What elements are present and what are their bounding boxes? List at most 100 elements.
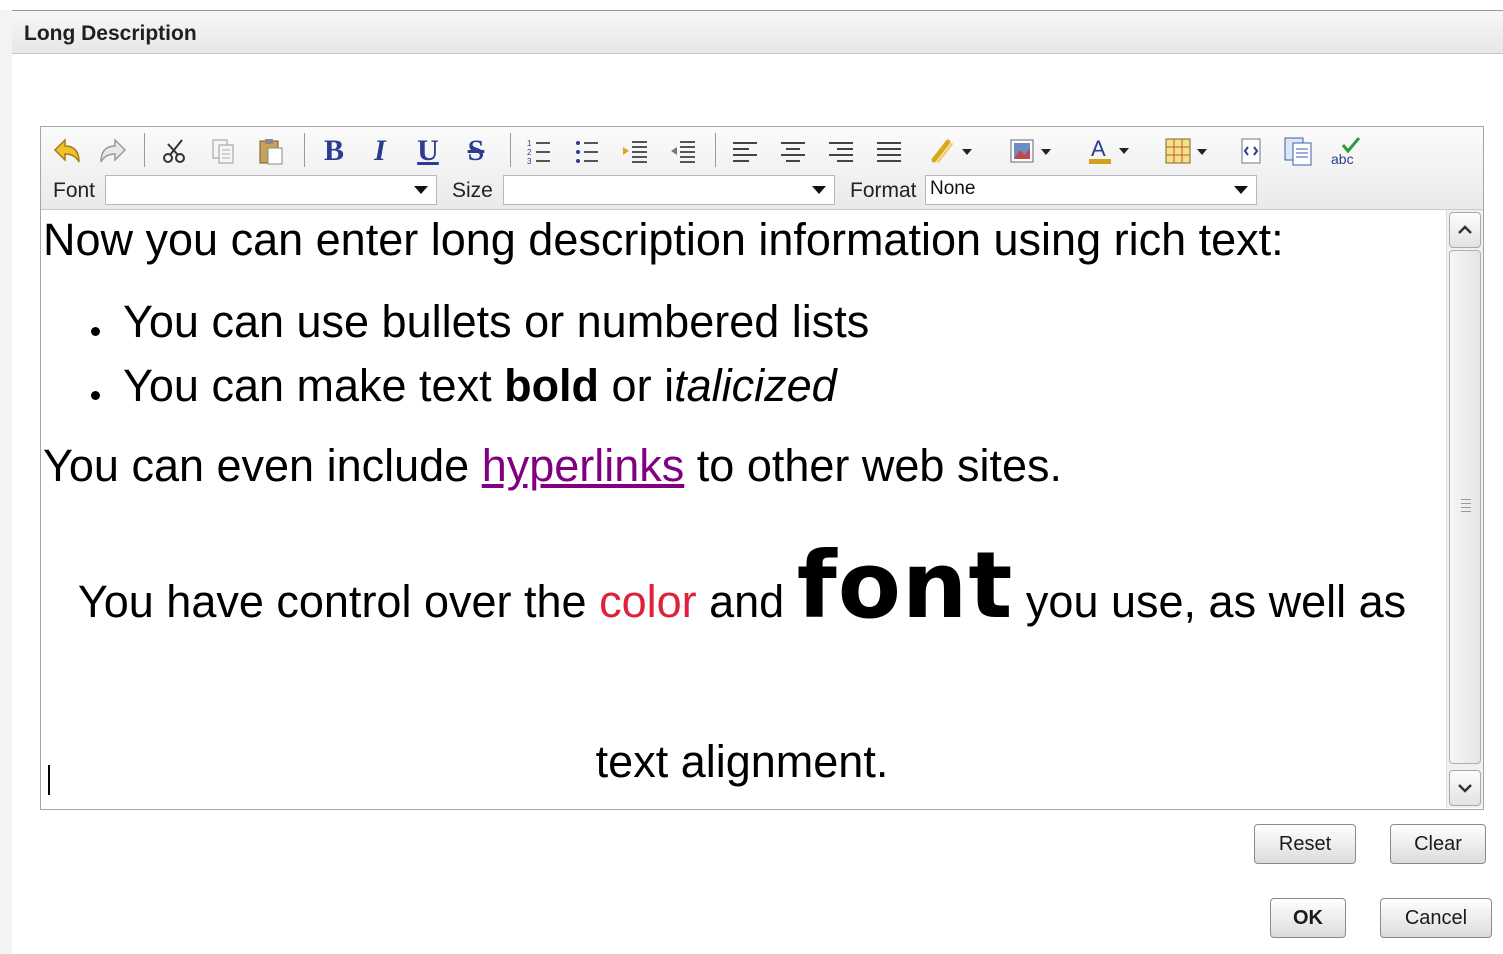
bullet-list: You can use bullets or numbered lists Yo… [87, 296, 869, 424]
outdent-button[interactable] [665, 133, 701, 169]
chevron-down-icon [1458, 784, 1472, 793]
content-paragraph: You have control over the color and font… [41, 540, 1443, 640]
underline-icon: U [417, 134, 439, 167]
text-run: You can even include [43, 440, 482, 491]
bulleted-list-icon [576, 141, 598, 163]
text-color-icon: A [1089, 136, 1129, 164]
paste-icon [259, 139, 283, 165]
text-run: and [696, 576, 797, 627]
size-select[interactable] [503, 175, 835, 205]
copy-button[interactable] [205, 133, 241, 169]
grip-icon [1461, 499, 1471, 515]
cut-icon [163, 139, 185, 163]
paste-button[interactable] [253, 133, 289, 169]
dialog-titlebar: Long Description [12, 10, 1503, 54]
toolbar-separator [510, 133, 511, 167]
large-font-text: font [796, 532, 1014, 639]
align-left-icon [733, 142, 757, 162]
editor-toolbar: B I U S 1 2 3 A abc Font Size Format Non… [41, 127, 1483, 210]
link-button[interactable] [919, 133, 981, 169]
chevron-down-icon [414, 186, 428, 194]
toolbar-separator [304, 133, 305, 167]
content-paragraph: text alignment. [595, 736, 889, 787]
link-icon [931, 139, 972, 163]
justify-button[interactable] [871, 133, 907, 169]
hyperlink[interactable]: hyperlinks [482, 440, 685, 491]
content-paragraph: You can even include hyperlinks to other… [43, 440, 1062, 492]
ok-button[interactable]: OK [1270, 898, 1346, 938]
vertical-scrollbar[interactable] [1446, 210, 1483, 808]
dialog-title: Long Description [24, 22, 197, 45]
italic-text: talicized [674, 360, 837, 411]
source-button[interactable] [1233, 133, 1269, 169]
justify-icon [877, 142, 901, 162]
list-item: You can use bullets or numbered lists [87, 296, 869, 360]
bold-button[interactable]: B [317, 133, 351, 169]
image-icon [1010, 139, 1051, 163]
dialog-border [0, 10, 12, 954]
clear-button[interactable]: Clear [1390, 824, 1486, 864]
redo-button[interactable] [95, 133, 131, 169]
cut-button[interactable] [157, 133, 193, 169]
text-run: to other web sites. [684, 440, 1062, 491]
bulleted-list-button[interactable] [569, 133, 605, 169]
svg-text:3: 3 [527, 157, 532, 166]
svg-text:A: A [1091, 136, 1106, 161]
undo-icon [53, 138, 80, 163]
chevron-down-icon [812, 186, 826, 194]
align-center-icon [781, 142, 805, 162]
svg-text:abc: abc [1331, 151, 1354, 167]
font-select[interactable] [105, 175, 437, 205]
bold-icon: B [323, 134, 344, 167]
text-run: you use, as well as [1013, 576, 1407, 627]
scroll-up-button[interactable] [1449, 212, 1481, 248]
font-label: Font [53, 179, 96, 202]
scrollbar-thumb[interactable] [1449, 250, 1481, 764]
italic-button[interactable]: I [363, 133, 397, 169]
bold-text: bold [504, 360, 600, 411]
align-center-button[interactable] [775, 133, 811, 169]
text-run: You can make text [123, 360, 505, 411]
align-left-button[interactable] [727, 133, 763, 169]
chevron-up-icon [1458, 225, 1472, 234]
source-icon [1241, 138, 1261, 164]
spellcheck-button[interactable]: abc [1327, 133, 1365, 169]
content-paragraph: Now you can enter long description infor… [43, 214, 1284, 265]
undo-button[interactable] [49, 133, 85, 169]
scroll-down-button[interactable] [1449, 770, 1481, 806]
paste-word-icon [1284, 137, 1312, 166]
format-select[interactable]: None [925, 175, 1257, 205]
numbered-list-icon: 1 2 3 [527, 139, 550, 166]
text-cursor [48, 765, 50, 795]
colored-text: color [599, 576, 697, 627]
outdent-icon [671, 141, 695, 163]
numbered-list-button[interactable]: 1 2 3 [521, 133, 557, 169]
indent-icon [623, 141, 647, 163]
strikethrough-icon: S [467, 134, 485, 167]
align-right-button[interactable] [823, 133, 859, 169]
copy-icon [212, 139, 234, 164]
toolbar-separator [715, 133, 716, 167]
text-color-button[interactable]: A [1075, 133, 1139, 169]
size-label: Size [452, 179, 493, 202]
chevron-down-icon [1234, 186, 1248, 194]
image-button[interactable] [997, 133, 1061, 169]
cancel-button[interactable]: Cancel [1380, 898, 1492, 938]
format-select-value: None [930, 178, 976, 199]
indent-button[interactable] [617, 133, 653, 169]
underline-button[interactable]: U [411, 133, 445, 169]
svg-text:2: 2 [527, 148, 532, 157]
spellcheck-icon: abc [1331, 137, 1361, 167]
editor-content-area[interactable]: Now you can enter long description infor… [41, 210, 1443, 808]
text-run: or i [599, 360, 675, 411]
toolbar-separator [144, 133, 145, 167]
strikethrough-button[interactable]: S [459, 133, 493, 169]
reset-button[interactable]: Reset [1254, 824, 1356, 864]
paste-word-button[interactable] [1279, 133, 1319, 169]
svg-text:1: 1 [527, 139, 532, 148]
align-right-icon [829, 142, 853, 162]
redo-icon [100, 138, 127, 163]
table-button[interactable] [1153, 133, 1217, 169]
table-icon [1165, 138, 1207, 164]
text-run: You have control over the [77, 576, 600, 627]
